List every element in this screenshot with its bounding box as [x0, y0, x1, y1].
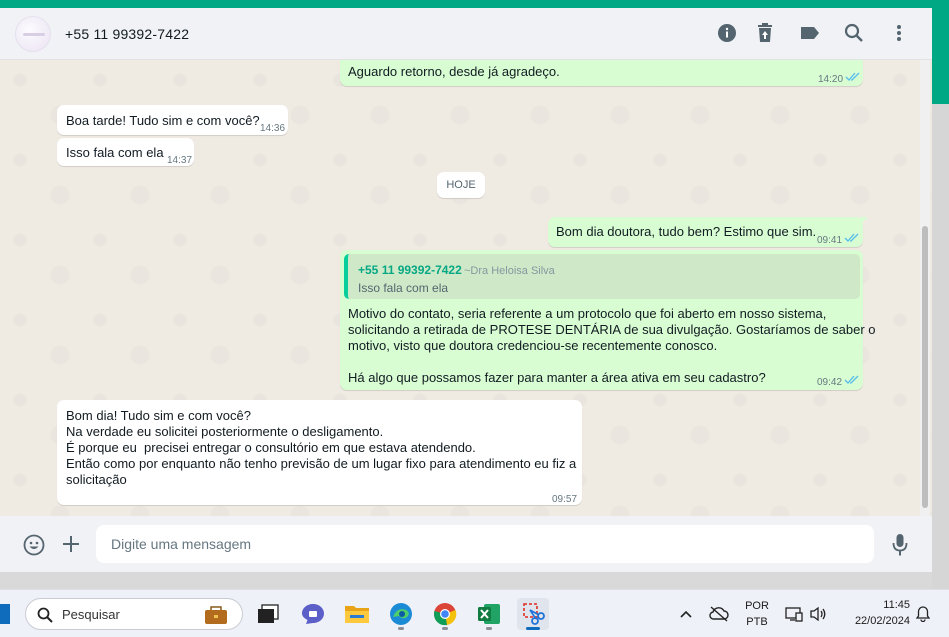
active-indicator: [526, 627, 540, 630]
window-edge: [932, 104, 949, 589]
composer-bar: [0, 516, 932, 572]
message-time: 14:36: [260, 123, 286, 134]
quoted-author: +55 11 99392-7422: [358, 263, 462, 277]
contact-name[interactable]: +55 11 99392-7422: [65, 26, 189, 42]
search-icon: [37, 607, 53, 623]
message-time: 09:42: [817, 377, 843, 388]
teams-chat-icon[interactable]: [297, 598, 329, 630]
keyboard-language[interactable]: POR: [740, 600, 774, 612]
message-bubble-outgoing[interactable]: +55 11 99392-7422 ~Dra Heloisa Silva Iss…: [340, 250, 875, 390]
bubble-tail: [860, 217, 868, 225]
date-separator: HOJE: [437, 172, 485, 198]
running-indicator: [442, 627, 448, 630]
running-indicator: [486, 627, 492, 630]
read-ticks-icon: [844, 233, 859, 242]
scrollbar-thumb[interactable]: [922, 226, 928, 508]
volume-icon[interactable]: [807, 598, 829, 630]
message-time: 09:41: [817, 235, 843, 246]
search-icon[interactable]: [843, 22, 865, 44]
chat-header: +55 11 99392-7422: [0, 8, 932, 60]
running-indicator: [398, 627, 404, 630]
menu-icon[interactable]: [888, 22, 910, 44]
emoji-icon[interactable]: [22, 533, 46, 557]
message-bubble-incoming[interactable]: Isso fala com ela 14:37: [57, 138, 194, 166]
start-button[interactable]: [0, 604, 10, 624]
message-time: 14:20: [818, 74, 844, 85]
message-text: Boa tarde! Tudo sim e com você?: [66, 113, 260, 128]
read-ticks-icon: [844, 375, 859, 384]
quoted-alias: ~Dra Heloisa Silva: [464, 265, 555, 277]
delete-icon[interactable]: [754, 22, 776, 44]
message-text: Aguardo retorno, desde já agradeço.: [348, 64, 560, 79]
attach-plus-icon[interactable]: [60, 533, 82, 555]
chevron-up-icon[interactable]: [675, 598, 697, 630]
quoted-message[interactable]: +55 11 99392-7422 ~Dra Heloisa Silva Iss…: [344, 254, 860, 299]
cloud-offline-icon[interactable]: [706, 598, 732, 630]
message-text: Bom dia! Tudo sim e com você? Na verdade…: [66, 408, 577, 487]
message-text: Motivo do contato, seria referente a um …: [348, 306, 876, 385]
message-bubble-outgoing[interactable]: Aguardo retorno, desde já agradeço. 14:2…: [340, 60, 863, 86]
message-bubble-incoming[interactable]: Boa tarde! Tudo sim e com você? 14:36: [57, 105, 288, 135]
read-ticks-icon: [845, 72, 860, 81]
snipping-tool-icon[interactable]: [517, 598, 549, 630]
clock-date[interactable]: 22/02/2024: [836, 615, 910, 627]
chat-scrollbar[interactable]: [920, 60, 930, 516]
work-briefcase-icon: [205, 606, 227, 624]
message-text: Bom dia doutora, tudo bem? Estimo que si…: [556, 224, 817, 239]
clock-time[interactable]: 11:45: [840, 599, 910, 611]
windows-taskbar: Pesquisar POR PTB 11:45 22/02/2024: [0, 589, 949, 637]
file-explorer-icon[interactable]: [341, 598, 373, 630]
search-label: Pesquisar: [62, 607, 120, 622]
taskbar-search[interactable]: Pesquisar: [25, 598, 243, 630]
keyboard-layout[interactable]: PTB: [740, 616, 774, 628]
edge-icon[interactable]: [385, 598, 417, 630]
info-icon[interactable]: [716, 22, 738, 44]
network-icon[interactable]: [783, 598, 805, 630]
message-time: 14:37: [167, 155, 193, 166]
top-accent-strip: [0, 0, 949, 8]
excel-icon[interactable]: [473, 598, 505, 630]
task-view-icon[interactable]: [252, 598, 284, 630]
microphone-icon[interactable]: [889, 532, 911, 558]
chrome-icon[interactable]: [429, 598, 461, 630]
contact-avatar[interactable]: [15, 16, 51, 52]
quoted-text: Isso fala com ela: [358, 281, 449, 295]
message-bubble-incoming[interactable]: Bom dia! Tudo sim e com você? Na verdade…: [57, 400, 582, 505]
message-list[interactable]: Aguardo retorno, desde já agradeço. 14:2…: [0, 60, 932, 516]
message-time: 09:57: [552, 494, 578, 505]
whatsapp-window: +55 11 99392-7422 Aguardo retorno, desde…: [0, 8, 932, 572]
message-input[interactable]: [96, 525, 874, 563]
message-bubble-outgoing[interactable]: Bom dia doutora, tudo bem? Estimo que si…: [548, 217, 863, 247]
window-edge-accent: [932, 0, 949, 104]
notification-bell-icon[interactable]: [912, 598, 934, 630]
label-icon[interactable]: [799, 22, 821, 44]
message-text: Isso fala com ela: [66, 145, 164, 160]
